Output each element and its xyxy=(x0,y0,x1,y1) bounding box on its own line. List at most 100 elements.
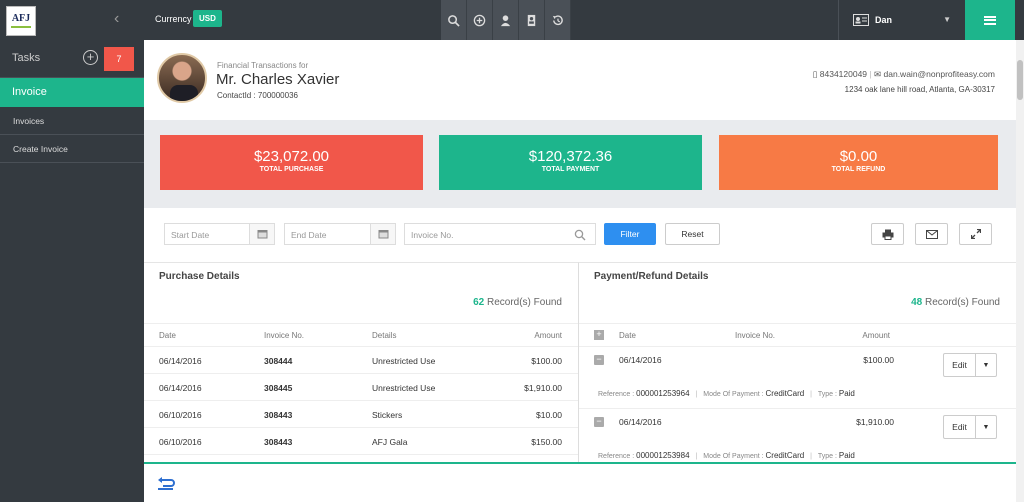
phone-icon: ▯ xyxy=(812,69,818,79)
user-button[interactable] xyxy=(493,0,519,40)
payment-meta: Reference : 000001253984 | Mode Of Payme… xyxy=(598,451,855,460)
table-row[interactable]: 06/10/2016 308443 AFJ Gala $150.00 xyxy=(144,428,578,455)
table-row[interactable]: 06/14/2016 308445 Unrestricted Use $1,91… xyxy=(144,374,578,401)
page-scrollbar-thumb[interactable] xyxy=(1017,60,1023,100)
row-date: 06/10/2016 xyxy=(159,437,202,447)
row-amount: $1,910.00 xyxy=(524,383,562,393)
payment-row: − 06/14/2016 $100.00 Edit ▼ Reference : … xyxy=(579,347,1016,409)
payment-table-header: + Date Invoice No. Amount xyxy=(579,323,1016,347)
contact-id: ContactId : 700000036 xyxy=(217,91,298,100)
avatar xyxy=(157,53,207,103)
start-date-input[interactable]: Start Date xyxy=(164,223,250,245)
app-logo[interactable]: AFJ xyxy=(6,6,36,36)
payment-count-suffix: Record(s) Found xyxy=(924,297,1000,308)
expand-all-icon[interactable]: + xyxy=(594,330,604,340)
history-icon xyxy=(552,14,563,25)
id-card-icon xyxy=(853,14,869,26)
row-invoice[interactable]: 308444 xyxy=(264,356,292,366)
sidebar: Tasks + 7 Invoice Invoices Create Invoic… xyxy=(0,40,144,502)
collapse-row-icon[interactable]: − xyxy=(594,417,604,427)
back-icon[interactable] xyxy=(157,477,175,491)
caret-down-icon[interactable]: ▼ xyxy=(976,416,996,438)
end-date-input[interactable]: End Date xyxy=(284,223,371,245)
payment-count-value: 48 xyxy=(911,297,923,308)
email-button[interactable] xyxy=(915,223,948,245)
type-value: Paid xyxy=(838,451,855,460)
start-date-picker[interactable] xyxy=(249,223,275,245)
col-amount[interactable]: Amount xyxy=(534,331,562,340)
col-date[interactable]: Date xyxy=(619,331,636,340)
payment-amount: $100.00 xyxy=(863,355,894,365)
user-menu[interactable]: Dan ▼ xyxy=(838,0,965,40)
col-invoice-no[interactable]: Invoice No. xyxy=(264,331,304,340)
collapse-row-icon[interactable]: − xyxy=(594,355,604,365)
user-name: Dan xyxy=(875,15,893,25)
reference-value: 000001253964 xyxy=(636,389,690,398)
print-button[interactable] xyxy=(871,223,904,245)
collapse-sidebar-icon[interactable]: ‹ xyxy=(114,10,119,28)
page-scrollbar[interactable] xyxy=(1016,40,1024,502)
expand-button[interactable] xyxy=(959,223,992,245)
sidebar-item-create-invoice[interactable]: Create Invoice xyxy=(0,135,144,163)
payment-date: 06/14/2016 xyxy=(619,355,662,365)
currency-badge[interactable]: USD xyxy=(193,10,222,27)
calendar-icon xyxy=(378,230,388,239)
mode-label: Mode Of Payment : xyxy=(703,453,764,460)
print-icon xyxy=(882,229,893,240)
table-row[interactable]: 06/10/2016 308443 Stickers $10.00 xyxy=(144,401,578,428)
reset-button[interactable]: Reset xyxy=(665,223,720,245)
contact-id-value: 700000036 xyxy=(257,91,298,100)
invoice-search-input[interactable]: Invoice No. xyxy=(404,223,596,245)
type-label: Type : xyxy=(817,453,837,460)
total-purchase-amount: $23,072.00 xyxy=(253,148,330,165)
sidebar-item-invoices[interactable]: Invoices xyxy=(0,107,144,135)
history-button[interactable] xyxy=(545,0,571,40)
row-invoice[interactable]: 308445 xyxy=(264,383,292,393)
card-total-payment: $120,372.36 TOTAL PAYMENT xyxy=(439,135,702,190)
card-total-refund: $0.00 TOTAL REFUND xyxy=(719,135,998,190)
filter-button[interactable]: Filter xyxy=(604,223,656,245)
table-row[interactable]: 06/14/2016 308444 Unrestricted Use $100.… xyxy=(144,347,578,374)
row-date: 06/14/2016 xyxy=(159,356,202,366)
col-date[interactable]: Date xyxy=(159,331,176,340)
main-menu-button[interactable] xyxy=(965,0,1015,40)
col-details[interactable]: Details xyxy=(372,331,396,340)
contacts-button[interactable] xyxy=(519,0,545,40)
col-amount[interactable]: Amount xyxy=(862,331,890,340)
tasks-label: Tasks xyxy=(12,52,41,64)
payment-title: Payment/Refund Details xyxy=(594,271,709,282)
filter-bar: Start Date End Date Invoice No. Filter R… xyxy=(144,208,1016,262)
reference-label: Reference : xyxy=(598,391,635,398)
add-task-icon[interactable]: + xyxy=(83,50,98,65)
mail-icon xyxy=(925,229,938,239)
reference-value: 000001253984 xyxy=(636,451,690,460)
end-date-picker[interactable] xyxy=(370,223,396,245)
row-invoice[interactable]: 308443 xyxy=(264,437,292,447)
total-payment-label: TOTAL PAYMENT xyxy=(541,166,600,173)
task-count-badge[interactable]: 7 xyxy=(104,47,134,71)
edit-button[interactable]: Edit xyxy=(944,416,976,438)
footer-bar xyxy=(144,462,1016,502)
add-button[interactable] xyxy=(467,0,493,40)
row-amount: $10.00 xyxy=(536,410,562,420)
search-icon xyxy=(448,14,460,27)
toolbar xyxy=(441,0,571,40)
sidebar-section-invoice[interactable]: Invoice xyxy=(0,77,144,107)
edit-button[interactable]: Edit xyxy=(944,354,976,376)
total-purchase-label: TOTAL PURCHASE xyxy=(259,166,324,173)
contact-address: 1234 oak lane hill road, Atlanta, GA-303… xyxy=(844,85,995,94)
row-details: AFJ Gala xyxy=(372,437,408,447)
purchase-title: Purchase Details xyxy=(159,271,240,282)
mode-value: CreditCard xyxy=(765,451,805,460)
purchase-table-header: Date Invoice No. Details Amount xyxy=(144,323,578,347)
search-button[interactable] xyxy=(441,0,467,40)
caret-down-icon[interactable]: ▼ xyxy=(976,354,996,376)
row-invoice[interactable]: 308443 xyxy=(264,410,292,420)
user-icon xyxy=(500,14,511,26)
contact-header: Financial Transactions for Mr. Charles X… xyxy=(144,40,1016,120)
contact-email[interactable]: dan.wain@nonprofiteasy.com xyxy=(884,69,995,79)
col-invoice-no[interactable]: Invoice No. xyxy=(735,331,775,340)
top-bar: AFJ ‹ Currency USD Dan ▼ xyxy=(0,0,1024,40)
mail-icon: ✉ xyxy=(874,69,882,79)
contact-details: ▯ 8434120049 | ✉ dan.wain@nonprofiteasy.… xyxy=(812,69,995,94)
